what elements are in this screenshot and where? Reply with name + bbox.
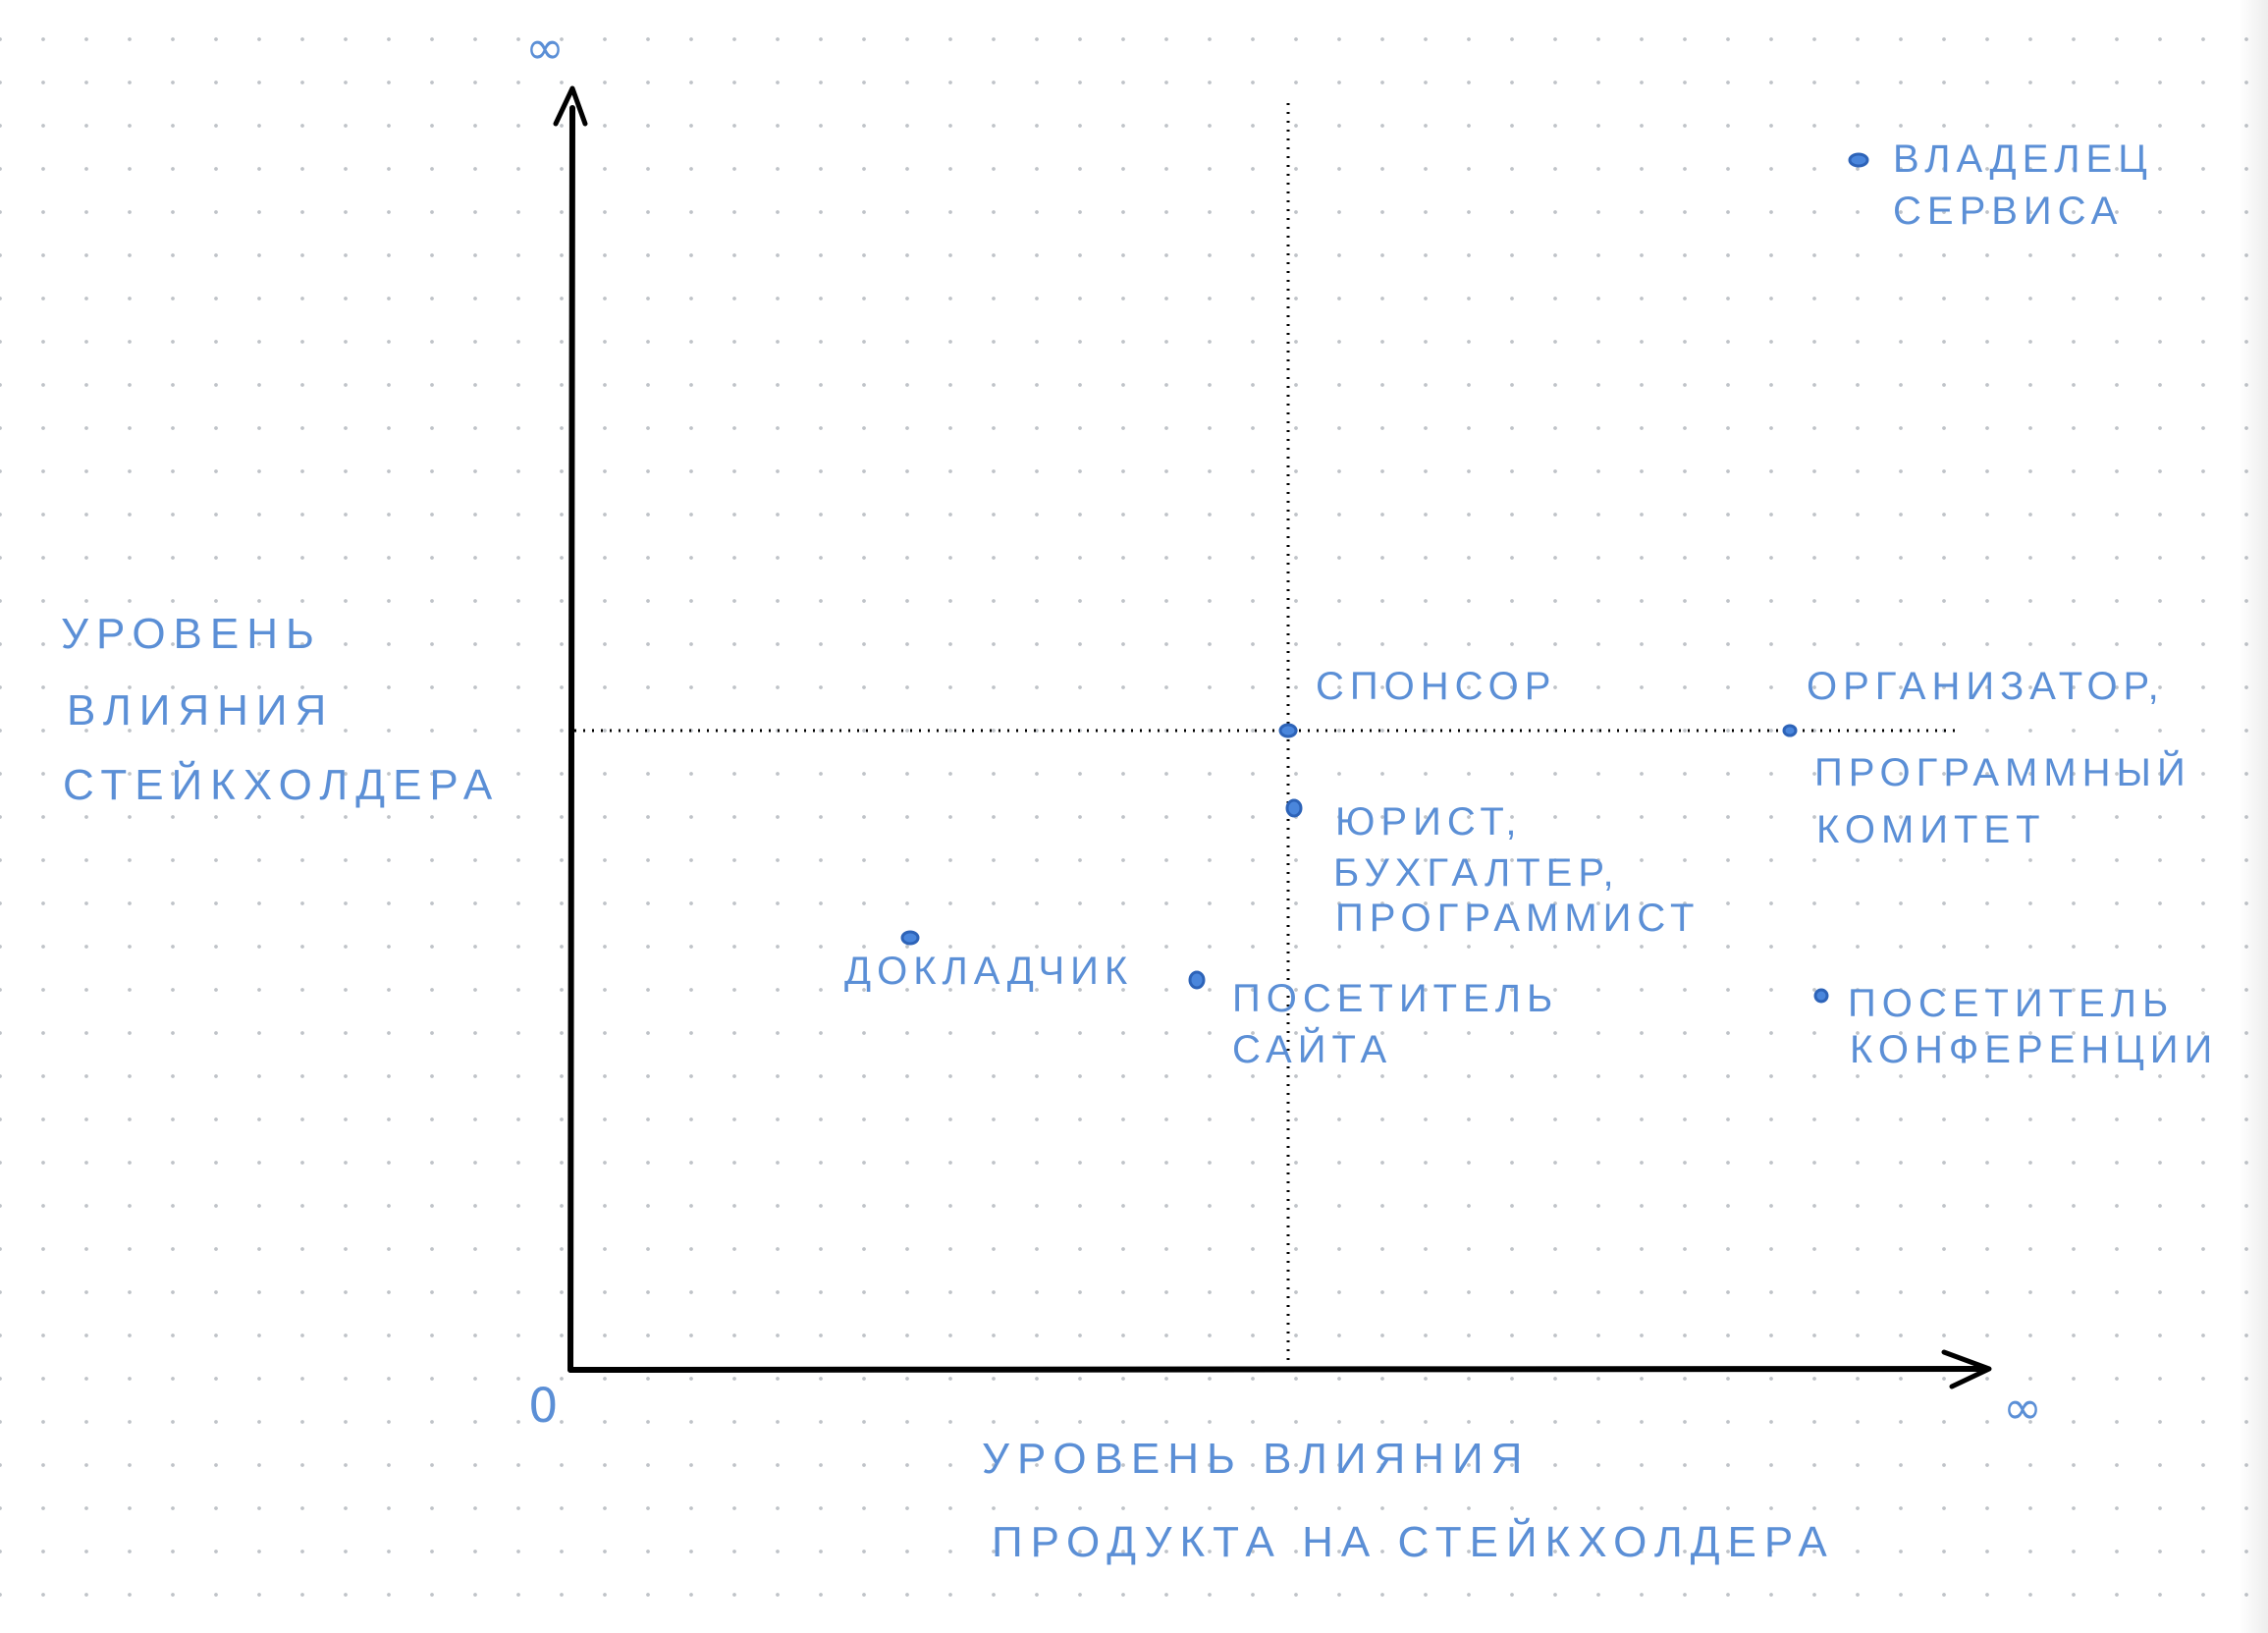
stakeholder-dot xyxy=(1188,970,1206,990)
stakeholder-label-line: ОРГАНИЗАТОР, xyxy=(1807,665,2165,708)
y-axis-label-line-1: УРОВЕНЬ xyxy=(61,610,322,658)
stakeholder-label-line: ВЛАДЕЛЕЦ xyxy=(1893,137,2153,181)
stakeholder-label-line: КОНФЕРЕНЦИИ xyxy=(1850,1028,2218,1071)
stakeholder-label-line: ПРОГРАММНЫЙ xyxy=(1814,749,2191,794)
stakeholder-label-line: БУХГАЛТЕР, xyxy=(1333,851,1620,895)
stakeholder-label-line: КОМИТЕТ xyxy=(1816,808,2046,851)
stakeholder-label-line: ДОКЛАДЧИК xyxy=(844,950,1133,993)
stakeholder-dot xyxy=(1848,152,1869,168)
x-axis xyxy=(567,1366,1986,1373)
stakeholder-sponsor: СПОНСОР xyxy=(1278,665,1556,738)
x-axis-label: УРОВЕНЬ ВЛИЯНИЯ ПРОДУКТА НА СТЕЙКХОЛДЕРА xyxy=(982,1435,1835,1566)
y-axis-infinity-symbol: ∞ xyxy=(525,21,565,76)
stakeholder-label-line: СПОНСОР xyxy=(1316,665,1556,708)
stakeholder-label-line: СЕРВИСА xyxy=(1893,190,2123,233)
stakeholder-owner: ВЛАДЕЛЕЦ СЕРВИСА xyxy=(1848,137,2153,233)
stakeholder-dot xyxy=(1285,798,1303,818)
y-axis xyxy=(567,105,575,1373)
stakeholder-matrix: 0 ∞ ∞ УРОВЕНЬ ВЛИЯНИЯ СТЕЙКХОЛДЕРА УРОВЕ… xyxy=(61,21,2218,1566)
stakeholder-conference-visitor: ПОСЕТИТЕЛЬ КОНФЕРЕНЦИИ xyxy=(1813,982,2218,1071)
stakeholder-label-line: САЙТА xyxy=(1232,1026,1392,1071)
stakeholder-label-line: ПОСЕТИТЕЛЬ xyxy=(1848,982,2174,1025)
stakeholder-dot xyxy=(900,930,920,946)
x-axis-label-line-2: ПРОДУКТА НА СТЕЙКХОЛДЕРА xyxy=(992,1516,1835,1566)
x-axis-infinity-symbol: ∞ xyxy=(2003,1381,2042,1436)
quadrant-dividers xyxy=(574,103,1959,1360)
stakeholder-dot xyxy=(1278,723,1298,738)
origin-label: 0 xyxy=(528,1379,559,1434)
stakeholder-dot xyxy=(1782,724,1798,737)
stakeholder-dot xyxy=(1813,988,1829,1004)
stakeholder-organizer: ОРГАНИЗАТОР, ПРОГРАММНЫЙ КОМИТЕТ xyxy=(1782,665,2191,851)
stakeholder-staff: ЮРИСТ, БУХГАЛТЕР, ПРОГРАММИСТ xyxy=(1285,798,1700,940)
stakeholder-site-visitor: ПОСЕТИТЕЛЬ САЙТА xyxy=(1188,970,1558,1071)
y-axis-label-line-2: ВЛИЯНИЯ xyxy=(67,686,334,735)
stakeholder-label-line: ЮРИСТ, xyxy=(1335,800,1523,844)
stakeholder-label-line: ПОСЕТИТЕЛЬ xyxy=(1232,977,1558,1020)
stakeholder-speaker: ДОКЛАДЧИК xyxy=(844,930,1133,993)
stakeholder-label-line: ПРОГРАММИСТ xyxy=(1335,897,1700,940)
y-axis-label: УРОВЕНЬ ВЛИЯНИЯ СТЕЙКХОЛДЕРА xyxy=(61,610,500,809)
axes xyxy=(553,85,1992,1389)
y-axis-label-line-3: СТЕЙКХОЛДЕРА xyxy=(63,759,500,809)
x-axis-label-line-1: УРОВЕНЬ ВЛИЯНИЯ xyxy=(982,1435,1530,1483)
